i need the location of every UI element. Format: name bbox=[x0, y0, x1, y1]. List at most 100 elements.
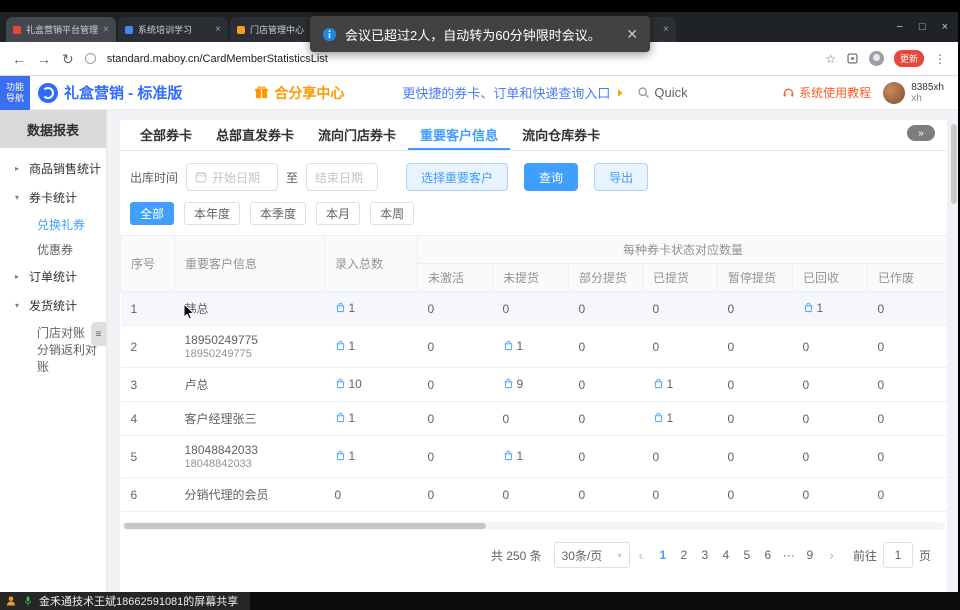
sidebar-collapse-handle[interactable]: ≡ bbox=[91, 322, 106, 346]
content-tab[interactable]: 全部券卡 bbox=[128, 120, 204, 150]
sidebar-item[interactable]: ▾发货统计 bbox=[0, 291, 106, 320]
cell-status: 0 bbox=[793, 512, 868, 521]
sidebar-item[interactable]: ▸商品销售统计 bbox=[0, 154, 106, 183]
cell-status: 0 bbox=[718, 368, 793, 402]
quick-filter-button[interactable]: 本年度 bbox=[184, 202, 240, 225]
content-tab[interactable]: 总部直发券卡 bbox=[204, 120, 306, 150]
tab-close-icon[interactable]: × bbox=[215, 25, 221, 35]
cell-seq: 4 bbox=[121, 402, 175, 436]
page-number[interactable]: 3 bbox=[694, 548, 715, 562]
table-row[interactable]: 3卢总100901000 bbox=[121, 368, 948, 402]
extensions-icon[interactable] bbox=[846, 52, 859, 65]
col-status: 已回收 bbox=[793, 264, 868, 292]
browser-tab[interactable]: 礼盒营销平台管理中心× bbox=[6, 17, 116, 42]
table-row[interactable]: 2189502497751895024977510100000 bbox=[121, 326, 948, 368]
quick-filter-button[interactable]: 本周 bbox=[370, 202, 414, 225]
chevron-down-icon: ▾ bbox=[15, 301, 24, 310]
next-page-icon[interactable]: › bbox=[824, 547, 839, 563]
page-number[interactable]: 2 bbox=[673, 548, 694, 562]
browser-tab[interactable]: 系统培训学习× bbox=[118, 17, 228, 42]
table-row[interactable]: 7唐总2001801000 bbox=[121, 512, 948, 521]
horizontal-scrollbar[interactable] bbox=[122, 522, 945, 530]
quick-search[interactable]: Quick bbox=[637, 85, 687, 100]
page-number[interactable]: 1 bbox=[652, 548, 673, 562]
cell-status: 0 bbox=[418, 436, 493, 478]
cell-seq: 2 bbox=[121, 326, 175, 368]
tutorial-link[interactable]: 系统使用教程 bbox=[782, 84, 871, 101]
cell-total: 1 bbox=[325, 436, 418, 478]
col-status: 暂停提货 bbox=[718, 264, 793, 292]
content-tab[interactable]: 流向仓库券卡 bbox=[510, 120, 612, 150]
page-number[interactable]: 9 bbox=[799, 548, 820, 562]
content-tab[interactable]: 重要客户信息 bbox=[408, 120, 510, 150]
username-line1: 8385xh bbox=[911, 82, 944, 93]
cell-status: 0 bbox=[793, 478, 868, 512]
table-row[interactable]: 1韩总10000010 bbox=[121, 292, 948, 326]
search-button[interactable]: 查询 bbox=[524, 163, 578, 191]
app-title: 礼盒营销 - 标准版 bbox=[64, 82, 182, 103]
vertical-scrollbar[interactable] bbox=[951, 114, 957, 588]
table-row[interactable]: 6分销代理的会员00000000 bbox=[121, 478, 948, 512]
cell-status: 0 bbox=[569, 512, 643, 521]
page-numbers: 123456···9 bbox=[652, 548, 820, 562]
content-tab[interactable]: 流向门店券卡 bbox=[306, 120, 408, 150]
cell-status: 0 bbox=[643, 292, 718, 326]
page-size-select[interactable]: 30条/页 ▾ bbox=[554, 542, 630, 568]
quick-filters: 全部本年度本季度本月本周 bbox=[130, 202, 937, 225]
quick-filter-button[interactable]: 全部 bbox=[130, 202, 174, 225]
window-controls: − □ × bbox=[896, 12, 948, 42]
sidebar-subitem[interactable]: 分销返利对账 bbox=[0, 345, 106, 370]
prev-page-icon[interactable]: ‹ bbox=[634, 547, 649, 563]
user-avatar[interactable] bbox=[883, 82, 905, 104]
cell-status: 0 bbox=[718, 436, 793, 478]
col-total: 录入总数 bbox=[325, 236, 418, 292]
forward-icon[interactable]: → bbox=[37, 52, 51, 66]
tab-close-icon[interactable]: × bbox=[663, 25, 669, 35]
sidebar-item[interactable]: ▸订单统计 bbox=[0, 262, 106, 291]
back-icon[interactable]: ← bbox=[12, 52, 26, 66]
vertical-scrollbar-thumb[interactable] bbox=[951, 124, 957, 204]
page-ellipsis[interactable]: ··· bbox=[778, 548, 799, 562]
total-count: 共 250 条 bbox=[491, 547, 542, 564]
close-window-icon[interactable]: × bbox=[942, 21, 948, 33]
sidebar-item-label: 商品销售统计 bbox=[29, 160, 101, 177]
horizontal-scrollbar-thumb[interactable] bbox=[124, 523, 486, 529]
browser-menu-icon[interactable]: ⋮ bbox=[934, 52, 946, 66]
page-number[interactable]: 4 bbox=[715, 548, 736, 562]
start-date-input[interactable]: 开始日期 bbox=[186, 163, 278, 191]
cell-customer: 唐总 bbox=[175, 512, 325, 521]
quick-filter-button[interactable]: 本季度 bbox=[250, 202, 306, 225]
page-number[interactable]: 5 bbox=[736, 548, 757, 562]
goto-label: 前往 bbox=[853, 547, 877, 564]
export-button[interactable]: 导出 bbox=[594, 163, 648, 191]
table-row[interactable]: 4客户经理张三10001000 bbox=[121, 402, 948, 436]
goto-page-input[interactable]: 1 bbox=[883, 542, 913, 568]
count-with-icon: 10 bbox=[335, 377, 362, 391]
cell-status: 0 bbox=[569, 402, 643, 436]
function-nav-toggle[interactable]: 功能导航 bbox=[0, 76, 30, 110]
browser-window: 礼盒营销平台管理中心×系统培训学习×门店管理中心×××× − □ × ← → ↻… bbox=[0, 12, 958, 592]
collapse-icon[interactable]: » bbox=[907, 125, 935, 141]
table-row[interactable]: 5180488420331804884203310100000 bbox=[121, 436, 948, 478]
browser-profile-avatar[interactable] bbox=[869, 51, 884, 66]
reload-icon[interactable]: ↻ bbox=[62, 52, 74, 66]
maximize-icon[interactable]: □ bbox=[919, 21, 926, 33]
bookmark-star-icon[interactable]: ☆ bbox=[825, 52, 836, 66]
update-badge[interactable]: 更新 bbox=[894, 50, 924, 67]
range-separator: 至 bbox=[286, 169, 298, 186]
quick-filter-button[interactable]: 本月 bbox=[316, 202, 360, 225]
sidebar-subitem[interactable]: 优惠券 bbox=[0, 237, 106, 262]
end-date-input[interactable]: 结束日期 bbox=[306, 163, 378, 191]
sidebar-subitem[interactable]: 兑换礼券 bbox=[0, 212, 106, 237]
page-number[interactable]: 6 bbox=[757, 548, 778, 562]
minimize-icon[interactable]: − bbox=[896, 21, 902, 33]
site-info-icon[interactable] bbox=[85, 53, 96, 64]
sidebar-item[interactable]: ▾券卡统计 bbox=[0, 183, 106, 212]
end-date-placeholder: 结束日期 bbox=[315, 169, 363, 186]
cell-status: 0 bbox=[793, 326, 868, 368]
address-url[interactable]: standard.maboy.cn/CardMemberStatisticsLi… bbox=[107, 53, 328, 65]
tab-close-icon[interactable]: × bbox=[103, 25, 109, 35]
select-customer-button[interactable]: 选择重要客户 bbox=[406, 163, 508, 191]
toast-close-icon[interactable]: ✕ bbox=[626, 26, 638, 43]
share-center-link[interactable]: 合分享中心 bbox=[254, 83, 344, 103]
